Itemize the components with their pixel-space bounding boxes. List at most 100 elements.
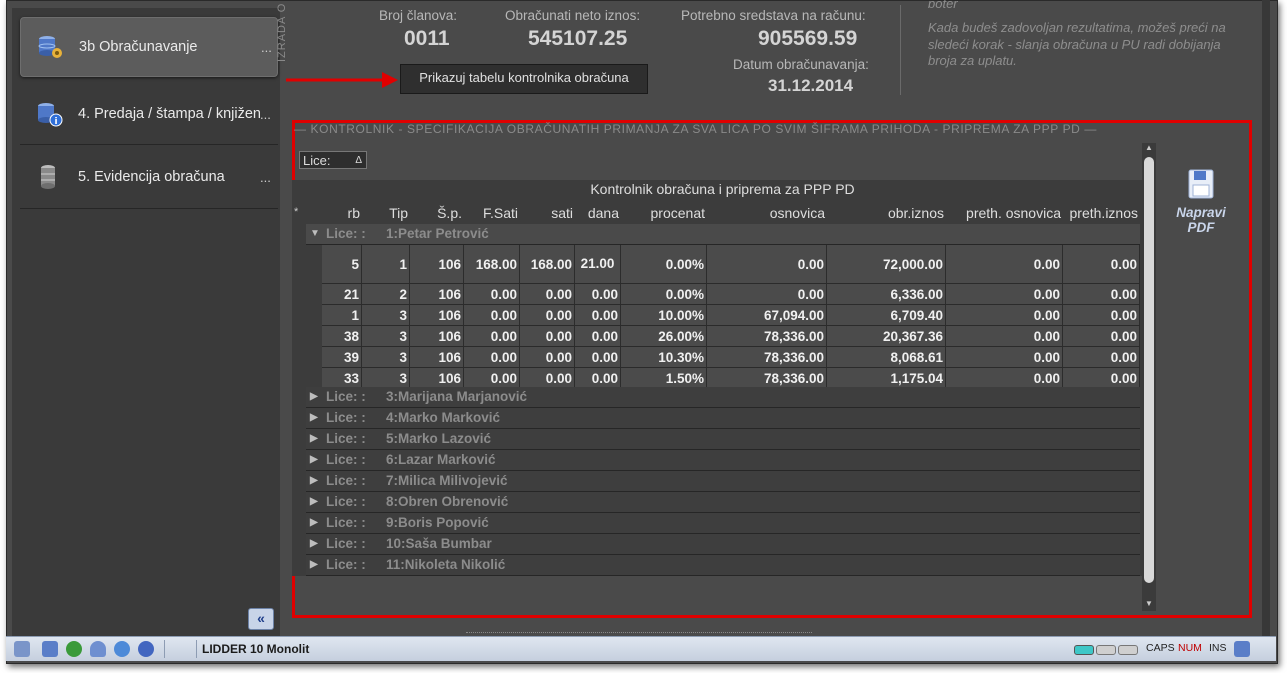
scroll-down-icon[interactable]: ▼: [1142, 599, 1156, 611]
collapse-triangle-icon[interactable]: ▼: [310, 224, 320, 244]
table-cell[interactable]: 21.00: [575, 245, 621, 283]
collapse-sidebar-button[interactable]: «: [248, 608, 274, 630]
expand-triangle-icon[interactable]: ▶: [310, 450, 318, 470]
show-control-table-button[interactable]: Prikazuj tabelu kontrolnika obračuna: [400, 64, 648, 94]
column-header[interactable]: osnovica: [707, 205, 825, 225]
sidebar-item-obracunavanje[interactable]: 3b Obračunavanje ...: [20, 17, 278, 77]
more-button[interactable]: ...: [260, 107, 276, 122]
user-icon[interactable]: [90, 641, 106, 657]
table-cell[interactable]: 26.00%: [621, 326, 707, 346]
table-cell[interactable]: 39: [322, 347, 362, 367]
table-cell[interactable]: 3: [362, 305, 410, 325]
table-cell[interactable]: 106: [410, 347, 464, 367]
table-cell[interactable]: 0.00: [464, 305, 520, 325]
table-cell[interactable]: 78,336.00: [707, 347, 827, 367]
column-header[interactable]: F.Sati: [464, 205, 518, 225]
group-row[interactable]: ▶ Lice: : 10:Saša Bumbar: [306, 534, 1140, 555]
table-cell[interactable]: 106: [410, 368, 464, 388]
table-cell[interactable]: 78,336.00: [707, 368, 827, 388]
window-icon[interactable]: [42, 641, 58, 657]
more-button[interactable]: ...: [261, 40, 277, 55]
table-cell[interactable]: 1: [362, 245, 410, 283]
scroll-up-icon[interactable]: ▲: [1142, 143, 1156, 155]
table-cell[interactable]: 6,709.40: [827, 305, 946, 325]
table-cell[interactable]: 168.00: [464, 245, 520, 283]
table-cell[interactable]: 38: [322, 326, 362, 346]
table-cell[interactable]: 0.00: [520, 284, 575, 304]
column-header[interactable]: rb: [322, 205, 360, 225]
table-cell[interactable]: 8,068.61: [827, 347, 946, 367]
table-cell[interactable]: 0.00: [1063, 347, 1140, 367]
table-cell[interactable]: 0.00: [464, 368, 520, 388]
table-cell[interactable]: 106: [410, 305, 464, 325]
column-header[interactable]: sati: [520, 205, 573, 225]
table-cell[interactable]: 0.00: [707, 284, 827, 304]
more-button[interactable]: ...: [260, 170, 276, 185]
expand-triangle-icon[interactable]: ▶: [310, 471, 318, 491]
table-cell[interactable]: 168.00: [520, 245, 575, 283]
table-cell[interactable]: 0.00: [575, 305, 621, 325]
table-cell[interactable]: 0.00: [946, 305, 1063, 325]
table-cell[interactable]: 0.00: [946, 326, 1063, 346]
table-cell[interactable]: 0.00: [464, 326, 520, 346]
table-cell[interactable]: 0.00: [464, 347, 520, 367]
table-cell[interactable]: 1,175.04: [827, 368, 946, 388]
table-cell[interactable]: 3: [362, 368, 410, 388]
table-cell[interactable]: 2: [362, 284, 410, 304]
check-icon[interactable]: [114, 641, 130, 657]
table-cell[interactable]: 67,094.00: [707, 305, 827, 325]
table-cell[interactable]: 0.00: [575, 284, 621, 304]
table-cell[interactable]: 5: [322, 245, 362, 283]
network-icon[interactable]: [14, 641, 30, 657]
table-cell[interactable]: 1.50%: [621, 368, 707, 388]
table-cell[interactable]: 0.00: [946, 347, 1063, 367]
table-cell[interactable]: 0.00: [464, 284, 520, 304]
table-row[interactable]: 1 3 106 0.00 0.00 0.00 10.00% 67,094.00 6,709.40…: [322, 305, 1140, 326]
table-row[interactable]: 5 1 106 168.00 168.00 21.00 0.00% 0.00 72,000.00…: [322, 245, 1140, 284]
table-cell[interactable]: 10.00%: [621, 305, 707, 325]
table-cell[interactable]: 0.00: [1063, 284, 1140, 304]
column-header[interactable]: preth.iznos: [1063, 205, 1138, 225]
expand-triangle-icon[interactable]: ▶: [310, 534, 318, 554]
group-row[interactable]: ▼ Lice: : 1:Petar Petrović: [306, 224, 1140, 245]
table-cell[interactable]: 78,336.00: [707, 326, 827, 346]
table-cell[interactable]: 0.00: [575, 326, 621, 346]
table-cell[interactable]: 20,367.36: [827, 326, 946, 346]
column-header[interactable]: obr.iznos: [827, 205, 944, 225]
column-header[interactable]: preth. osnovica: [946, 205, 1061, 225]
expand-triangle-icon[interactable]: ▶: [310, 408, 318, 428]
group-row[interactable]: ▶ Lice: : 5:Marko Lazović: [306, 429, 1140, 450]
column-header[interactable]: Tip: [362, 205, 408, 225]
table-cell[interactable]: 106: [410, 326, 464, 346]
table-cell[interactable]: 0.00: [520, 368, 575, 388]
group-row[interactable]: ▶ Lice: : 4:Marko Marković: [306, 408, 1140, 429]
table-cell[interactable]: 3: [362, 326, 410, 346]
table-cell[interactable]: 0.00: [946, 368, 1063, 388]
expand-triangle-icon[interactable]: ▶: [310, 555, 318, 575]
table-cell[interactable]: 0.00: [707, 245, 827, 283]
table-cell[interactable]: 0.00: [520, 347, 575, 367]
expand-triangle-icon[interactable]: ▶: [310, 492, 318, 512]
group-row[interactable]: ▶ Lice: : 8:Obren Obrenović: [306, 492, 1140, 513]
table-row[interactable]: 21 2 106 0.00 0.00 0.00 0.00% 0.00 6,336.00 0.00 0…: [322, 284, 1140, 305]
table-cell[interactable]: 0.00: [946, 284, 1063, 304]
table-cell[interactable]: 3: [362, 347, 410, 367]
sidebar-item-evidencija[interactable]: 5. Evidencija obračuna ...: [20, 148, 276, 206]
table-cell[interactable]: 6,336.00: [827, 284, 946, 304]
table-cell[interactable]: 106: [410, 284, 464, 304]
table-cell[interactable]: 106: [410, 245, 464, 283]
expand-triangle-icon[interactable]: ▶: [310, 513, 318, 533]
table-cell[interactable]: 0.00: [1063, 245, 1140, 283]
table-row[interactable]: 38 3 106 0.00 0.00 0.00 26.00% 78,336.00 20,367.…: [322, 326, 1140, 347]
table-row[interactable]: 39 3 106 0.00 0.00 0.00 10.30% 78,336.00 8,068.6…: [322, 347, 1140, 368]
table-cell[interactable]: 0.00: [575, 347, 621, 367]
column-header[interactable]: dana: [575, 205, 619, 225]
scrollbar-thumb[interactable]: [1144, 157, 1154, 583]
table-cell[interactable]: 72,000.00: [827, 245, 946, 283]
table-cell[interactable]: 21: [322, 284, 362, 304]
group-row[interactable]: ▶ Lice: : 9:Boris Popović: [306, 513, 1140, 534]
column-header[interactable]: procenat: [621, 205, 705, 225]
stop-icon[interactable]: [138, 641, 154, 657]
column-header[interactable]: Š.p.: [410, 205, 462, 225]
expand-triangle-icon[interactable]: ▶: [310, 387, 318, 407]
